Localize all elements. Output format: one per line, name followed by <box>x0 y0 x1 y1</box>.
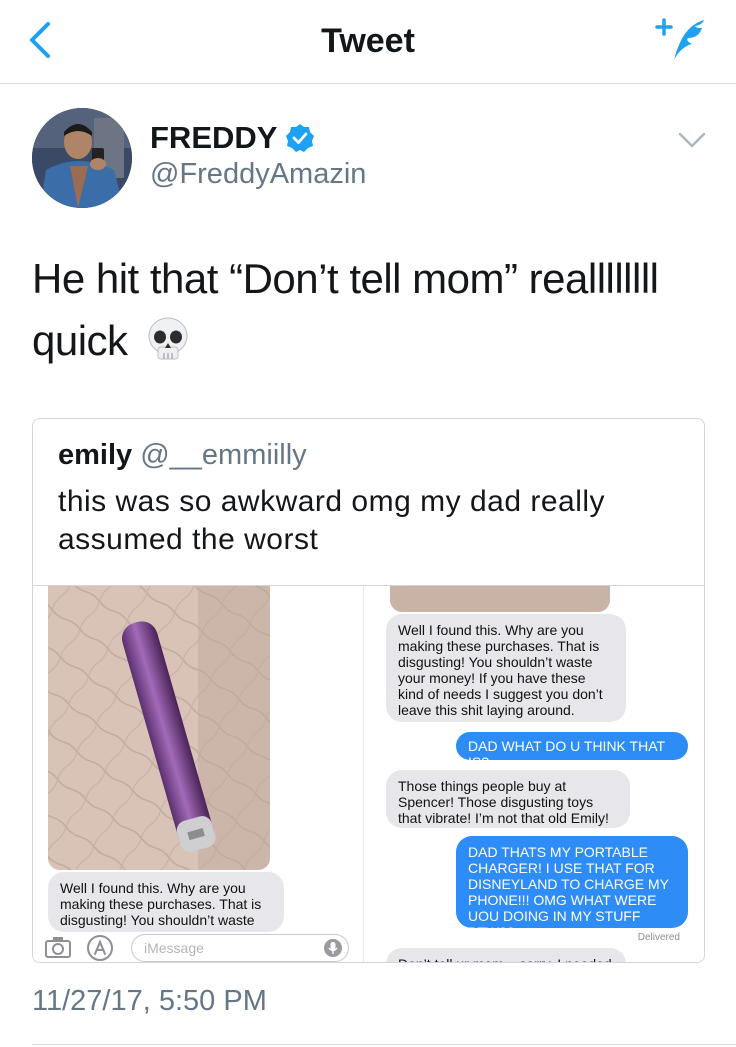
skull-emoji-icon <box>148 317 188 360</box>
imessage-compose-bar: iMessage <box>43 932 353 962</box>
quoted-tweet-media[interactable]: Well I found this. Why are you making th… <box>33 585 704 962</box>
compose-tweet-icon[interactable] <box>654 16 708 66</box>
quoted-author-handle: @__emmiilly <box>140 439 307 471</box>
camera-icon[interactable] <box>45 936 71 958</box>
author-name-text: FREDDY <box>150 120 278 155</box>
tweet-text: He hit that “Don’t tell mom” reallllllll… <box>32 248 712 372</box>
microphone-icon[interactable] <box>324 939 342 957</box>
message-bubble-sent: DAD WHAT DO U THINK THAT IS? <box>456 732 688 770</box>
media-image-left[interactable]: Well I found this. Why are you making th… <box>33 586 363 962</box>
media-image-right[interactable]: Well I found this. Why are you making th… <box>378 586 704 962</box>
photo-thumbnail-stub <box>390 586 610 612</box>
avatar-photo <box>32 108 132 208</box>
verified-badge-icon <box>286 124 315 152</box>
page-title: Tweet <box>321 22 415 60</box>
tweet-timestamp: 11/27/17, 5:50 PM <box>32 985 267 1017</box>
imessage-input[interactable]: iMessage <box>131 934 349 962</box>
author-name[interactable]: FREDDY <box>150 120 315 156</box>
message-bubble-left: Well I found this. Why are you making th… <box>48 872 284 932</box>
quoted-tweet-text: this was so awkward omg my dad really as… <box>58 485 606 556</box>
avatar[interactable] <box>32 108 132 208</box>
delivered-status: Delivered <box>637 932 680 943</box>
author-handle[interactable]: @FreddyAmazin <box>150 158 366 191</box>
imessage-placeholder: iMessage <box>144 940 204 956</box>
media-divider <box>363 586 364 962</box>
tweet-text-body: He hit that “Don’t tell mom” reallllllll… <box>32 255 659 364</box>
quoted-author-name: emily <box>58 439 133 471</box>
message-bubble-received: Well I found this. Why are you making th… <box>386 614 626 722</box>
chevron-down-icon[interactable] <box>676 128 708 152</box>
app-store-icon[interactable] <box>87 935 113 961</box>
message-bubble-sent: DAD THATS MY PORTABLE CHARGER! I USE THA… <box>456 836 688 940</box>
quoted-tweet-card[interactable]: emily @__emmiilly this was so awkward om… <box>32 418 705 963</box>
message-bubble-received: Don’t tell ur mom... sorry, I needed <box>386 948 626 962</box>
photo-portable-charger <box>48 586 270 870</box>
message-bubble-received: Those things people buy at Spencer! Thos… <box>386 770 630 828</box>
nav-bar: Tweet <box>0 0 736 84</box>
divider <box>32 1044 736 1045</box>
quoted-tweet-header: emily @__emmiilly <box>58 439 307 472</box>
